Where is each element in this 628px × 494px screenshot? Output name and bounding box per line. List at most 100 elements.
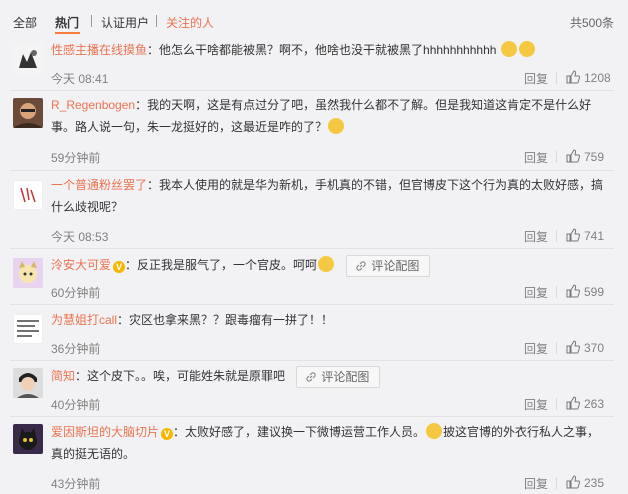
action-divider (556, 72, 557, 84)
reply-button[interactable]: 回复 (524, 284, 548, 301)
like-button[interactable]: 599 (566, 284, 604, 299)
avatar[interactable] (13, 314, 43, 344)
comment-item: 为慧姐打call：灾区也拿来黑？？跟毒瘤有一拼了！！ 36分钟前 回复 370 (0, 306, 628, 362)
comment-body: ：他怎么干啥都能被黑？啊不，他啥也没干就被黑了hhhhhhhhhhh (147, 43, 497, 57)
comment-body: ：我本人使用的就是华为新机，手机真的不错，但官博皮下这个行为真的太败好感，搞 (147, 178, 604, 192)
comment-time: 36分钟前 (51, 342, 101, 356)
action-divider (556, 477, 557, 489)
comment-text: 一个普通粉丝罢了：我本人使用的就是华为新机，手机真的不错，但官博皮下这个行为真的… (51, 174, 617, 218)
tab-verified-users[interactable]: 认证用户 (101, 14, 149, 31)
divider (10, 170, 614, 171)
like-button[interactable]: 759 (566, 149, 604, 164)
comment-body-continued: 什么歧视呢？ (51, 200, 124, 214)
comment-image-button[interactable]: 评论配图 (296, 365, 381, 388)
comment-image-button[interactable]: 评论配图 (346, 254, 431, 277)
divider (10, 360, 614, 361)
divider (10, 304, 614, 305)
like-button[interactable]: 263 (566, 396, 604, 411)
vip-badge-icon: V (161, 428, 174, 440)
like-button[interactable]: 370 (566, 340, 604, 355)
doge-emoji-icon (518, 41, 535, 57)
comment-item: 爱因斯坦的大脑切片 V ：太败好感了，建议换一下微博运营工作人员。 披这官博的外衣行私… (0, 418, 628, 494)
comment-item: 一个普通粉丝罢了：我本人使用的就是华为新机，手机真的不错，但官博皮下这个行为真的… (0, 172, 628, 248)
reply-button[interactable]: 回复 (524, 475, 548, 492)
doge-emoji-icon (500, 41, 517, 57)
thumbs-up-icon (566, 149, 581, 163)
comment-item: 简知：这个皮下。。唉，可能姓朱就是原罪吧 评论配图 40分钟前 回复 263 (0, 362, 628, 416)
comment-time: 43分钟前 (51, 477, 101, 491)
tab-hot[interactable]: 热门 (55, 14, 79, 31)
avatar[interactable] (13, 424, 43, 454)
comment-body: ：反正我是服气了，一个官皮。呵呵 (125, 258, 318, 272)
action-divider (556, 342, 557, 354)
link-icon (356, 261, 367, 271)
username-link[interactable]: R_Regenbogen (51, 98, 135, 112)
thumbs-up-icon (566, 396, 581, 410)
comment-text: 为慧姐打call：灾区也拿来黑？？跟毒瘤有一拼了！！ (51, 309, 617, 331)
comment-body-continued: 披这官博的外衣行私人之事， (443, 425, 600, 439)
like-button[interactable]: 1208 (566, 70, 611, 85)
doge-emoji-icon (318, 256, 335, 272)
avatar[interactable] (13, 180, 43, 210)
tab-separator (91, 15, 92, 27)
comment-time: 40分钟前 (51, 398, 101, 412)
comment-body: ：太败好感了，建议换一下微博运营工作人员。 (173, 425, 426, 439)
comment-text: 爱因斯坦的大脑切片 V ：太败好感了，建议换一下微博运营工作人员。 披这官博的外衣行私… (51, 421, 617, 465)
like-count: 599 (584, 285, 605, 299)
reply-button[interactable]: 回复 (524, 70, 548, 87)
like-count: 741 (584, 229, 605, 243)
comment-body: ：我的天啊，这是有点过分了吧，虽然我什么都不了解。但是我知道这肯定不是什么好 (135, 98, 592, 112)
action-divider (556, 398, 557, 410)
comment-item: 泠安大可爱 V ：反正我是服气了，一个官皮。呵呵 评论配图 60分钟前 回复 599 (0, 250, 628, 304)
avatar[interactable] (13, 368, 43, 398)
link-icon (306, 372, 317, 382)
like-count: 759 (584, 150, 605, 164)
divider (10, 248, 614, 249)
thumbs-up-icon (566, 284, 581, 298)
thumbs-up-icon (566, 70, 581, 84)
divider (10, 416, 614, 417)
comment-time: 今天 08:53 (51, 230, 109, 244)
reply-button[interactable]: 回复 (524, 396, 548, 413)
like-button[interactable]: 741 (566, 228, 604, 243)
thumbs-up-icon (566, 228, 581, 242)
action-divider (556, 151, 557, 163)
username-link[interactable]: 简知 (51, 369, 75, 383)
comment-count: 共500条 (569, 16, 614, 30)
thinking-emoji-icon (328, 118, 345, 134)
username-link[interactable]: 为慧姐打call (51, 313, 117, 327)
username-link[interactable]: 一个普通粉丝罢了 (51, 178, 147, 192)
reply-button[interactable]: 回复 (524, 149, 548, 166)
comment-image-label: 评论配图 (321, 369, 370, 384)
comment-body: ：这个皮下。。唉，可能姓朱就是原罪吧 (75, 369, 286, 383)
thumbs-up-icon (566, 475, 581, 489)
avatar[interactable] (13, 258, 43, 288)
thinking-emoji-icon (426, 423, 443, 439)
username-link[interactable]: 性感主播在线摸鱼 (51, 43, 147, 57)
reply-button[interactable]: 回复 (524, 228, 548, 245)
tab-separator (156, 15, 157, 27)
comment-text: 性感主播在线摸鱼：他怎么干啥都能被黑？啊不，他啥也没干就被黑了hhhhhhhhh… (51, 39, 617, 61)
comment-time: 60分钟前 (51, 286, 101, 300)
comment-time: 今天 08:41 (51, 72, 109, 86)
comment-body-continued: 真的挺无语的。 (51, 447, 136, 461)
comment-item: 性感主播在线摸鱼：他怎么干啥都能被黑？啊不，他啥也没干就被黑了hhhhhhhhh… (0, 36, 628, 90)
avatar[interactable] (13, 98, 43, 128)
action-divider (556, 286, 557, 298)
comment-image-label: 评论配图 (371, 258, 420, 273)
tab-following[interactable]: 关注的人 (166, 14, 214, 31)
like-count: 235 (584, 476, 605, 490)
action-divider (556, 230, 557, 242)
like-count: 1208 (584, 71, 611, 85)
username-link[interactable]: 爱因斯坦的大脑切片 (51, 425, 159, 439)
vip-badge-icon: V (113, 261, 126, 273)
comment-body-continued: 事。路人说一句，朱一龙挺好的，这最近是咋的了？ (51, 120, 328, 134)
reply-button[interactable]: 回复 (524, 340, 548, 357)
avatar[interactable] (13, 44, 43, 74)
divider (10, 90, 614, 91)
like-button[interactable]: 235 (566, 475, 604, 490)
comment-text: R_Regenbogen：我的天啊，这是有点过分了吧，虽然我什么都不了解。但是我… (51, 94, 617, 138)
comment-text: 泠安大可爱 V ：反正我是服气了，一个官皮。呵呵 评论配图 (51, 254, 617, 277)
tab-all[interactable]: 全部 (13, 14, 37, 31)
username-link[interactable]: 泠安大可爱 (51, 258, 111, 272)
